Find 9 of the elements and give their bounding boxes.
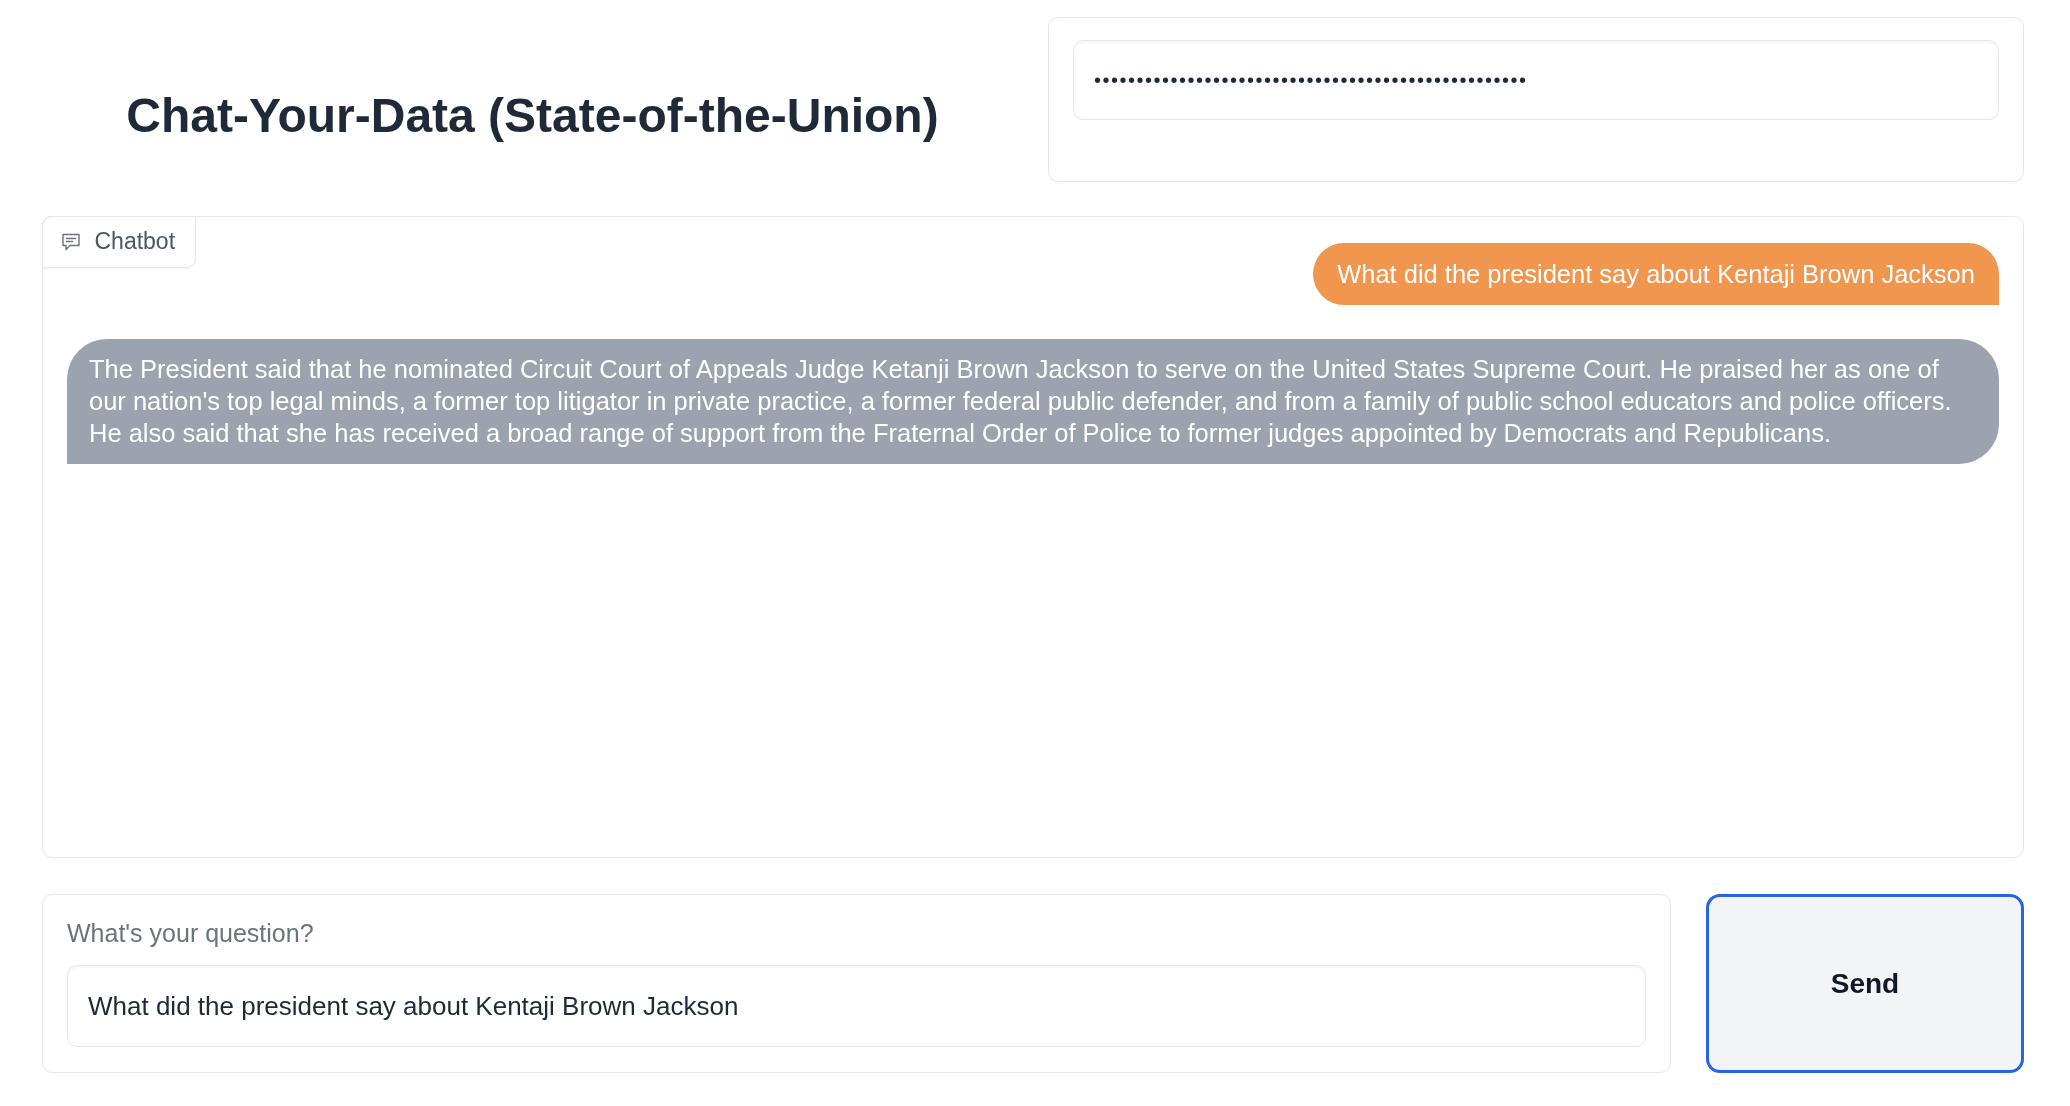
bot-message: The President said that he nominated Circuit Court of Appeals Judge Ketanji Brown Jackson to serve on the United States Supreme Court. He praised her as one of our nation's top legal minds, a former top litigator in private practice, a former federal public defender, and from a family of public school educators and police officers. He also said that she has received a broad range of support from the Fraternal Order of Police to former judges appointed by Democrats and Republicans.: [67, 339, 1999, 464]
question-input[interactable]: What did the president say about Kentaji Brown Jackson: [67, 965, 1646, 1047]
chatbot-label-text: Chatbot: [94, 228, 176, 255]
page-title: Chat-Your-Data (State-of-the-Union): [126, 88, 939, 143]
send-button[interactable]: Send: [1706, 894, 2024, 1073]
chat-icon: [60, 231, 81, 252]
password-field[interactable]: •••••••••••••••••••••••••••••••••••••••••••••••••••: [1073, 40, 1999, 120]
user-message: What did the president say about Kentaji Brown Jackson: [1313, 243, 1999, 305]
question-label: What's your question?: [67, 919, 315, 947]
